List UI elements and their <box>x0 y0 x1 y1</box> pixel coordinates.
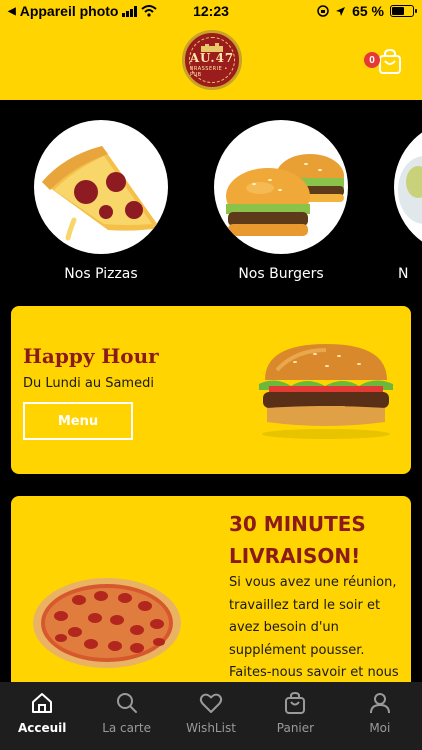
category-carousel[interactable]: Nos Pizzas Nos Burgers N <box>0 100 422 300</box>
status-right: 65 % <box>317 3 417 19</box>
pizza-image <box>33 578 181 668</box>
bag-icon <box>285 691 306 714</box>
battery-level <box>392 7 405 15</box>
heart-icon <box>199 693 223 713</box>
cart-button[interactable]: 0 <box>364 48 404 76</box>
category-partial[interactable]: N <box>394 120 422 282</box>
nav-label: Acceuil <box>17 721 67 735</box>
shopping-bag-icon <box>379 48 401 74</box>
logo-text: AU.47 <box>189 51 235 65</box>
delivery-title: 30 MINUTES LIVRAISON! <box>229 512 366 568</box>
location-icon <box>336 6 346 16</box>
pizza-slice-image <box>34 120 168 254</box>
nav-label: Moi <box>369 721 391 735</box>
battery-icon <box>390 5 417 17</box>
logo-emblem: AU.47 BRASSERIE • PUB <box>189 37 235 83</box>
cart-count-badge: 0 <box>364 52 380 68</box>
nav-cart[interactable]: Panier <box>253 682 337 750</box>
home-icon <box>32 693 53 713</box>
category-label: Nos Pizzas <box>64 266 138 282</box>
happy-hour-title: Happy Hour <box>23 344 159 368</box>
happy-hour-subtitle: Du Lundi au Samedi <box>23 376 154 391</box>
app-header: AU.47 BRASSERIE • PUB 0 <box>0 22 422 100</box>
category-pizzas[interactable]: Nos Pizzas <box>34 120 168 282</box>
search-icon <box>116 693 137 713</box>
nav-wishlist[interactable]: WishList <box>169 682 253 750</box>
user-icon <box>369 693 390 714</box>
menu-button[interactable]: Menu <box>23 402 133 440</box>
category-label: Nos Burgers <box>238 266 324 282</box>
status-bar: ◀ Appareil photo 12:23 65 % <box>0 0 422 22</box>
logo-subtext: BRASSERIE • PUB <box>190 66 228 78</box>
category-label: N <box>398 266 409 282</box>
burgers-image <box>214 120 348 254</box>
nav-menu[interactable]: La carte <box>84 682 168 750</box>
nav-home[interactable]: Acceuil <box>0 682 84 750</box>
nav-profile[interactable]: Moi <box>338 682 422 750</box>
happy-hour-card[interactable]: Happy Hour Du Lundi au Samedi Menu <box>11 306 411 474</box>
nav-label: WishList <box>186 721 236 735</box>
delivery-card[interactable]: 30 MINUTES LIVRAISON! Si vous avez une r… <box>11 496 411 696</box>
nav-label: Panier <box>276 721 315 735</box>
category-burgers[interactable]: Nos Burgers <box>214 120 348 282</box>
restaurant-logo[interactable]: AU.47 BRASSERIE • PUB <box>182 30 242 90</box>
category-partial-image <box>394 120 422 254</box>
burger-image <box>259 344 393 439</box>
nav-label: La carte <box>102 721 152 735</box>
battery-percent: 65 % <box>352 3 384 19</box>
delivery-text: Si vous avez une réunion, travaillez tar… <box>229 575 399 696</box>
rotation-lock-icon <box>317 5 329 17</box>
bottom-navigation: Acceuil La carte WishList Panier Moi <box>0 682 422 750</box>
